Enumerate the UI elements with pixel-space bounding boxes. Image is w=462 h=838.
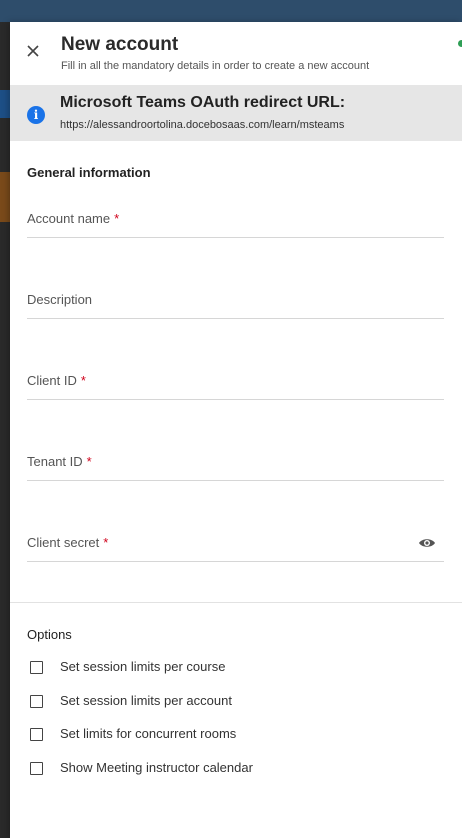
page-title: New account [61,34,179,55]
redirect-url-banner: i Microsoft Teams OAuth redirect URL: ht… [10,85,462,141]
banner-title: Microsoft Teams OAuth redirect URL: [60,94,346,111]
checkbox[interactable] [30,762,43,775]
required-marker: * [103,535,109,550]
section-title-general: General information [27,165,151,180]
field-label: Description [27,292,93,307]
checkbox[interactable] [30,728,43,741]
new-account-panel: New account Fill in all the mandatory de… [10,22,462,838]
background-element [0,172,10,222]
section-divider [10,602,462,603]
app-top-bar [0,0,462,22]
required-marker: * [114,211,120,226]
client-id-field[interactable]: Client ID * [27,367,444,400]
checkbox[interactable] [30,661,43,674]
info-icon: i [27,106,45,124]
option-label: Set session limits per account [60,693,232,708]
redirect-url: https://alessandroortolina.docebosaas.co… [60,119,345,131]
field-label: Tenant ID * [27,454,92,469]
tenant-id-field[interactable]: Tenant ID * [27,448,444,481]
close-button[interactable] [24,42,42,60]
field-label: Account name * [27,211,120,226]
account-name-field[interactable]: Account name * [27,205,444,238]
eye-icon[interactable] [418,537,436,549]
description-field[interactable]: Description [27,286,444,319]
background-element [0,90,10,118]
field-label: Client secret * [27,535,109,550]
page-subtitle: Fill in all the mandatory details in ord… [61,60,370,72]
field-label: Client ID * [27,373,86,388]
required-marker: * [86,454,92,469]
close-icon [27,45,39,57]
client-secret-field[interactable]: Client secret * [27,529,444,562]
background-page [0,22,10,838]
status-dot [458,40,462,47]
section-title-options: Options [27,627,72,642]
option-label: Set limits for concurrent rooms [60,726,237,741]
option-label: Set session limits per course [60,659,226,674]
option-label: Show Meeting instructor calendar [60,760,253,775]
required-marker: * [80,373,86,388]
checkbox[interactable] [30,695,43,708]
